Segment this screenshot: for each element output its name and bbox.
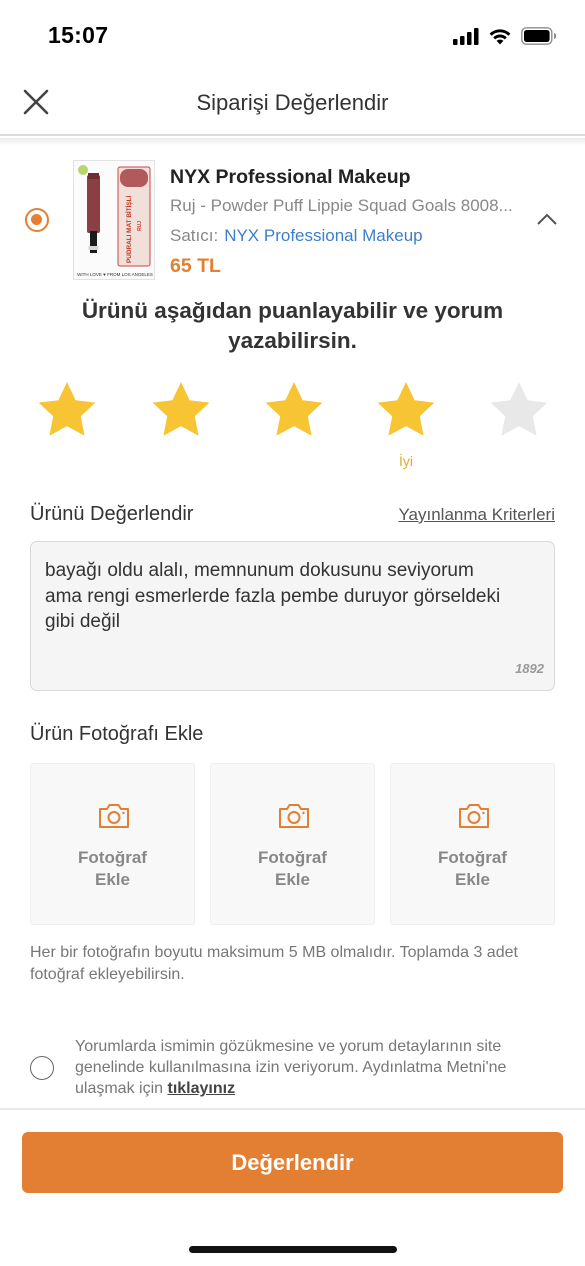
char-count: 1892 — [515, 661, 544, 676]
cellular-signal-icon — [453, 27, 479, 45]
add-photo-label: Fotoğraf Ekle — [438, 848, 507, 889]
product-thumbnail: PUDRALI MAT BİTİŞLİ RUJ WITH LOVE ♥ FROM… — [73, 160, 155, 280]
nav-bar: Siparişi Değerlendir — [0, 72, 585, 136]
camera-icon — [99, 804, 129, 828]
submit-review-button[interactable]: Değerlendir — [22, 1132, 563, 1193]
seller-link[interactable]: NYX Professional Makeup — [224, 226, 422, 245]
product-price: 65 TL — [170, 255, 221, 277]
seller-label: Satıcı: — [170, 226, 219, 245]
star-rating: İyi — [0, 378, 585, 478]
page-title: Siparişi Değerlendir — [196, 90, 389, 115]
star-4-icon[interactable] — [374, 378, 438, 442]
photo-size-note: Her bir fotoğrafın boyutu maksimum 5 MB … — [30, 944, 518, 983]
lipstick-image: PUDRALI MAT BİTİŞLİ RUJ WITH LOVE ♥ FROM… — [74, 161, 154, 279]
review-section-title: Ürünü Değerlendir — [30, 503, 194, 525]
add-photo-label: Fotoğraf Ekle — [78, 848, 147, 889]
review-textarea[interactable]: bayağı oldu alalı, memnunum dokusunu sev… — [30, 541, 555, 691]
consent-radio[interactable] — [30, 1056, 54, 1080]
review-text: bayağı oldu alalı, memnunum dokusunu sev… — [45, 560, 501, 632]
add-photo-button-1[interactable]: Fotoğraf Ekle — [30, 763, 195, 925]
rating-label: İyi — [399, 453, 413, 469]
photo-section-title: Ürün Fotoğrafı Ekle — [30, 723, 204, 745]
consent-row: Yorumlarda ismimin gözükmesine ve yorum … — [0, 1036, 585, 1106]
status-icons — [453, 27, 557, 45]
status-time: 15:07 — [48, 22, 109, 48]
battery-icon — [521, 27, 557, 45]
thumbnail-sub-label: RUJ — [137, 221, 143, 231]
camera-icon — [459, 804, 489, 828]
consent-link[interactable]: tıklayınız — [167, 1080, 235, 1097]
product-seller: Satıcı: NYX Professional Makeup — [170, 226, 423, 246]
star-2-icon[interactable] — [149, 378, 213, 442]
nav-shadow — [0, 138, 585, 146]
home-indicator — [189, 1246, 397, 1253]
rating-prompt: Ürünü aşağıdan puanlayabilir ve yorum ya… — [81, 298, 504, 353]
product-brand: NYX Professional Makeup — [170, 166, 411, 188]
add-photo-button-3[interactable]: Fotoğraf Ekle — [390, 763, 555, 925]
publishing-criteria-link[interactable]: Yayınlanma Kriterleri — [398, 505, 555, 525]
star-1-icon[interactable] — [35, 378, 99, 442]
bottom-divider — [0, 1108, 585, 1110]
consent-text: Yorumlarda ismimin gözükmesine ve yorum … — [75, 1038, 507, 1097]
camera-icon — [279, 804, 309, 828]
product-radio[interactable] — [25, 208, 49, 232]
status-bar: 15:07 — [0, 0, 585, 72]
add-photo-label: Fotoğraf Ekle — [258, 848, 327, 889]
add-photo-button-2[interactable]: Fotoğraf Ekle — [210, 763, 375, 925]
star-5-icon[interactable] — [487, 378, 551, 442]
thumbnail-footer: WITH LOVE ♥ FROM LOS ANGELES — [77, 272, 153, 277]
wifi-icon — [489, 28, 511, 44]
thumbnail-vertical-label: PUDRALI MAT BİTİŞLİ — [124, 195, 133, 263]
chevron-up-icon[interactable] — [534, 210, 560, 228]
product-name: Ruj - Powder Puff Lippie Squad Goals 800… — [170, 196, 513, 215]
product-card: PUDRALI MAT BİTİŞLİ RUJ WITH LOVE ♥ FROM… — [0, 150, 585, 290]
star-3-icon[interactable] — [262, 378, 326, 442]
